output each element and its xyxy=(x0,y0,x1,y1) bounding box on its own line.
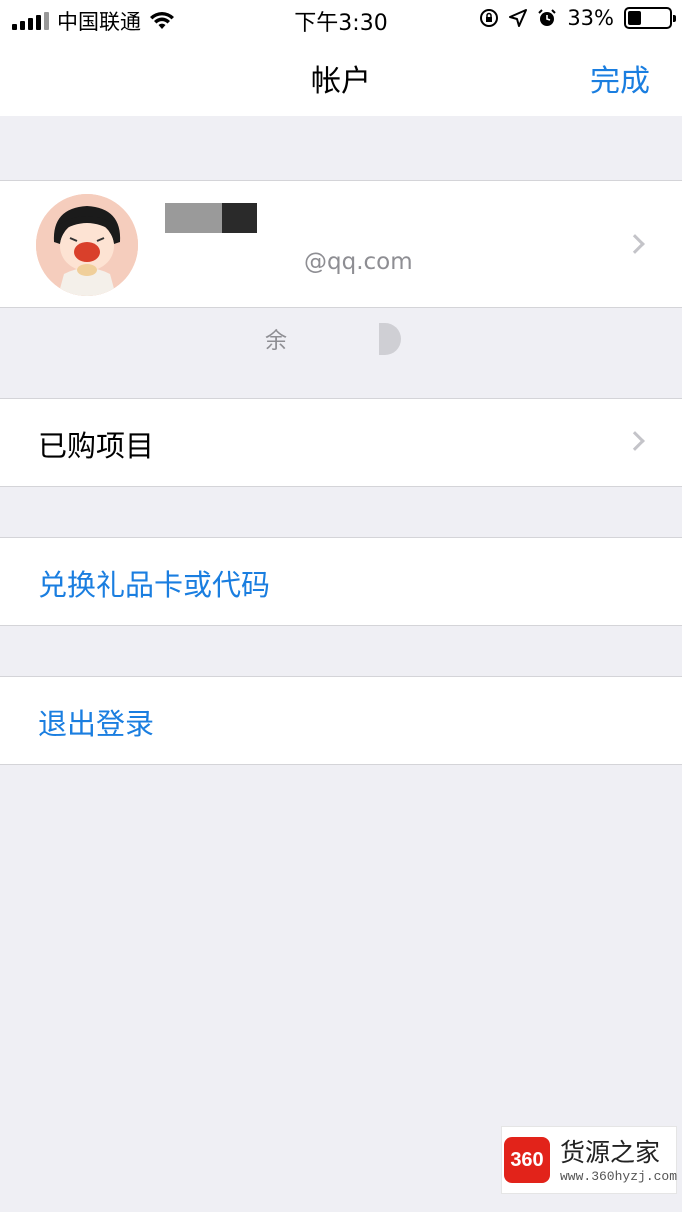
battery-percent: 33% xyxy=(567,6,614,30)
avatar xyxy=(36,194,138,296)
chevron-right-icon xyxy=(625,234,645,254)
navigation-bar: 帐户 完成 xyxy=(0,38,682,116)
done-button[interactable]: 完成 xyxy=(590,56,650,100)
alarm-icon xyxy=(538,9,557,26)
rotation-lock-icon xyxy=(480,9,499,27)
sign-out-label: 退出登录 xyxy=(38,707,155,741)
battery-fill xyxy=(628,11,642,25)
redeem-gift-card-cell[interactable]: 兑换礼品卡或代码 xyxy=(0,537,682,626)
location-icon xyxy=(509,9,528,27)
watermark-url: www.360hyzj.com xyxy=(560,1169,678,1184)
account-name-redacted xyxy=(165,203,257,233)
balance-row: 余 xyxy=(265,323,402,355)
chevron-right-icon xyxy=(625,431,645,451)
status-bar: 中国联通 下午3:30 33% xyxy=(0,0,682,38)
redeem-gift-card-label: 兑换礼品卡或代码 xyxy=(38,568,271,602)
account-email: @qq.com xyxy=(304,249,413,275)
purchased-items-label: 已购项目 xyxy=(38,429,155,463)
page-title: 帐户 xyxy=(311,64,371,99)
watermark-title: 货源之家 xyxy=(560,1138,661,1167)
watermark-logo: 360 xyxy=(504,1137,550,1183)
purchased-items-cell[interactable]: 已购项目 xyxy=(0,398,682,487)
sign-out-cell[interactable]: 退出登录 xyxy=(0,676,682,765)
profile-cell[interactable]: @qq.com xyxy=(0,180,682,308)
battery-icon xyxy=(624,7,676,29)
avatar-cartoon-icon xyxy=(36,194,138,296)
balance-label: 余 xyxy=(265,329,288,354)
status-right: 33% xyxy=(479,6,676,30)
watermark: 360 货源之家 www.360hyzj.com xyxy=(501,1126,677,1194)
balance-redacted xyxy=(291,323,402,355)
